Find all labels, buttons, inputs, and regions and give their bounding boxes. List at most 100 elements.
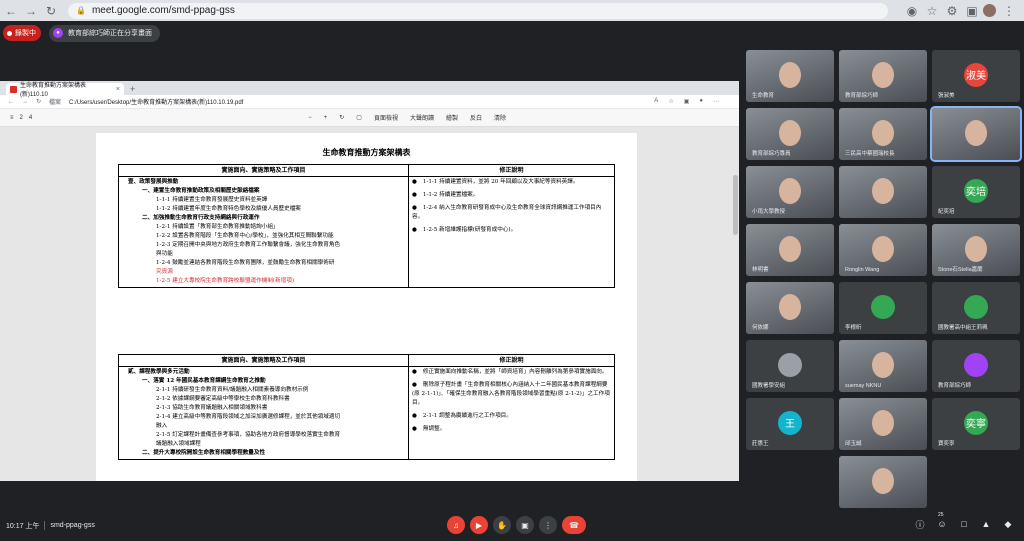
participant-tile[interactable]: 國教署學安組 bbox=[746, 340, 834, 392]
meet-bottom-bar: 10:17 上午 smd-ppag-gss ♫ ▶ ✋ ▣ ⋮ ☎ ⓘ ☺ 25 … bbox=[0, 510, 1024, 541]
participant-tile[interactable]: 三民高中蔡國瑞校長 bbox=[839, 108, 927, 160]
participant-tile[interactable] bbox=[839, 456, 927, 508]
participant-name: 李根昕 bbox=[845, 325, 862, 331]
doc-title: 生命教育推動方案架構表 bbox=[322, 147, 411, 157]
participant-avatar bbox=[964, 294, 988, 319]
reload-icon: ↻ bbox=[36, 99, 42, 105]
participant-name: suemay NKNU bbox=[845, 383, 882, 389]
participant-face bbox=[872, 410, 894, 436]
fit-icon: ▢ bbox=[356, 115, 362, 121]
participant-tile[interactable]: 邱玉誠 bbox=[839, 398, 927, 450]
doc-line: 二、提升大專校院開設生命教育相關學程數量及性 bbox=[142, 450, 266, 456]
participant-tile[interactable]: 林明書 bbox=[746, 224, 834, 276]
more-options-button[interactable]: ⋮ bbox=[539, 516, 557, 534]
participant-tile[interactable]: 奕寧 寶奕寧 bbox=[932, 398, 1020, 450]
back-icon[interactable]: ← bbox=[2, 2, 20, 20]
participant-tile[interactable]: 王莊惠王 bbox=[746, 398, 834, 450]
table-header-left: 實施面向、實施策略及工作項目 bbox=[118, 354, 409, 367]
participant-avatar: 奕培 bbox=[964, 178, 988, 203]
collections-icon: ▣ bbox=[683, 99, 690, 105]
end-call-button[interactable]: ☎ bbox=[562, 516, 586, 534]
participant-avatar bbox=[871, 294, 895, 319]
participant-tile[interactable]: 教育部綜巧專員 bbox=[746, 108, 834, 160]
erase-label: 清除 bbox=[494, 116, 507, 122]
recording-badge[interactable]: 錄製中 bbox=[3, 25, 41, 41]
menu-icon[interactable]: ⋮ bbox=[1002, 2, 1016, 20]
meet-header: 錄製中 ● 教育部綜巧師正在分享畫面 bbox=[0, 21, 1024, 45]
star-icon[interactable]: ☆ bbox=[925, 2, 939, 20]
participant-tile[interactable]: 奕培 紀奕培 bbox=[932, 166, 1020, 218]
doc-line: 2-1-5 訂定課程計畫備查參考事項，協助各地方政府督導學校落實生命教育 bbox=[156, 432, 341, 438]
participant-tile[interactable]: 教育部綜巧師 bbox=[932, 340, 1020, 392]
file-path: C:/Users/user/Desktop/生命教育推動方案架構表(新)110.… bbox=[69, 100, 244, 106]
forward-icon[interactable]: → bbox=[22, 2, 40, 20]
doc-line: 1-2-2 設置各教育階段「生命教育中心/學校」，並強化其相互間聯繫功能 bbox=[156, 233, 334, 239]
activities-icon[interactable]: ▲ bbox=[980, 518, 992, 530]
participant-avatar: 王 bbox=[778, 410, 802, 435]
doc-line: 2-1-3 協助生命教育議題融入相關領域教科書 bbox=[156, 405, 268, 411]
doc-note: 刪除原子程計畫「生命教育相關核心內涵納入十二年國民基本教育課程綱要(原 2-1-… bbox=[412, 381, 611, 408]
doc-line: 一、建置生命教育推動政策及相關歷史脈絡檔案 bbox=[142, 188, 260, 194]
participant-name: 國教署高中組王莉珮 bbox=[938, 325, 988, 331]
chat-icon[interactable]: □ bbox=[958, 518, 970, 530]
shared-address-bar: ← → ↻ 檔案 C:/Users/user/Desktop/生命教育推動方案架… bbox=[0, 95, 739, 109]
participant-avatar: 奕寧 bbox=[964, 410, 988, 435]
participant-tile[interactable] bbox=[930, 106, 1022, 162]
participant-tile[interactable]: Stone石Stella嘉蘭 bbox=[932, 224, 1020, 276]
doc-table-2: 實施面向、實施策略及工作項目 修正說明 貳、課程教學與多元活動 一、落實 12 年… bbox=[118, 354, 615, 460]
participant-tile[interactable]: 淑美 張淑美 bbox=[932, 50, 1020, 102]
presenting-indicator[interactable]: ● 教育部綜巧師正在分享畫面 bbox=[49, 24, 160, 42]
camera-off-button[interactable]: ▶ bbox=[470, 516, 488, 534]
doc-line: 究資源 bbox=[156, 269, 173, 275]
recording-label: 錄製中 bbox=[15, 30, 36, 37]
participant-face bbox=[872, 352, 894, 378]
window-icon[interactable]: ▣ bbox=[965, 2, 979, 20]
participant-tile[interactable]: 生命教育 bbox=[746, 50, 834, 102]
participant-face bbox=[872, 120, 894, 146]
doc-line: 一、落實 12 年國民基本教育課綱生命教育之推動 bbox=[142, 378, 266, 384]
draw-label: 繪製 bbox=[445, 116, 458, 122]
participant-face bbox=[779, 120, 801, 146]
file-prefix: 檔案 bbox=[49, 100, 62, 106]
participant-tile[interactable]: 小雨大學教授 bbox=[746, 166, 834, 218]
participant-tile[interactable]: 李根昕 bbox=[839, 282, 927, 334]
participant-face bbox=[872, 178, 894, 204]
clock-time: 10:17 上午 bbox=[6, 522, 40, 530]
doc-line: 議題融入領域課程 bbox=[156, 441, 201, 447]
participant-name: 三民高中蔡國瑞校長 bbox=[845, 151, 895, 157]
pdf-viewer: 生命教育推動方案架構表 實施面向、實施策略及工作項目 修正說明 壹、政策發展與推… bbox=[0, 127, 739, 481]
participant-name: 國教署學安組 bbox=[752, 383, 786, 389]
participant-face bbox=[872, 236, 894, 262]
lock-icon[interactable]: ◆ bbox=[1002, 518, 1014, 530]
present-button[interactable]: ▣ bbox=[516, 516, 534, 534]
participant-tile[interactable]: 何依娜 bbox=[746, 282, 834, 334]
shared-screen: 生命教育推動方案架構表(新)110.10 × + ← → ↻ 檔案 C:/Use… bbox=[0, 81, 739, 481]
participant-name: 邱玉誠 bbox=[845, 441, 862, 447]
doc-line: 1-2-3 定期召開中央與地方政府生命教育工作聯繫會議，強化生命教育角色 bbox=[156, 242, 341, 248]
back-icon: ← bbox=[8, 98, 14, 105]
extensions-icon[interactable]: ⚙ bbox=[945, 2, 959, 20]
profile-avatar[interactable] bbox=[983, 4, 996, 17]
participant-name: Ronglin Wang bbox=[845, 267, 880, 273]
participant-tile[interactable]: 教育部綜巧師 bbox=[839, 50, 927, 102]
camera-icon[interactable]: ◉ bbox=[905, 2, 919, 20]
people-icon[interactable]: ☺ 25 bbox=[936, 512, 948, 530]
info-icon[interactable]: ⓘ bbox=[914, 518, 926, 530]
participant-tile[interactable] bbox=[839, 166, 927, 218]
address-bar[interactable]: 🔒 meet.google.com/smd-ppag-gss bbox=[68, 2, 888, 19]
shared-tab-title: 生命教育推動方案架構表(新)110.10 bbox=[19, 83, 86, 98]
participant-tile[interactable]: suemay NKNU bbox=[839, 340, 927, 392]
participant-tile[interactable]: 國教署高中組王莉珮 bbox=[932, 282, 1020, 334]
divider bbox=[44, 521, 46, 530]
participant-face bbox=[872, 468, 894, 494]
pdf-page: 生命教育推動方案架構表 實施面向、實施策略及工作項目 修正說明 壹、政策發展與推… bbox=[96, 133, 637, 481]
participant-tile[interactable]: Ronglin Wang bbox=[839, 224, 927, 276]
table-header-right: 修正說明 bbox=[408, 354, 615, 367]
reload-icon[interactable]: ↻ bbox=[42, 2, 60, 20]
doc-line: 1-1-1 持續建置生命教育發展歷史資料並英譯 bbox=[156, 197, 268, 203]
mic-off-button[interactable]: ♫ bbox=[447, 516, 465, 534]
star-icon: ☆ bbox=[668, 99, 674, 105]
raise-hand-button[interactable]: ✋ bbox=[493, 516, 511, 534]
pdf-scrollbar[interactable] bbox=[733, 175, 738, 235]
participant-name: 小雨大學教授 bbox=[752, 209, 786, 215]
